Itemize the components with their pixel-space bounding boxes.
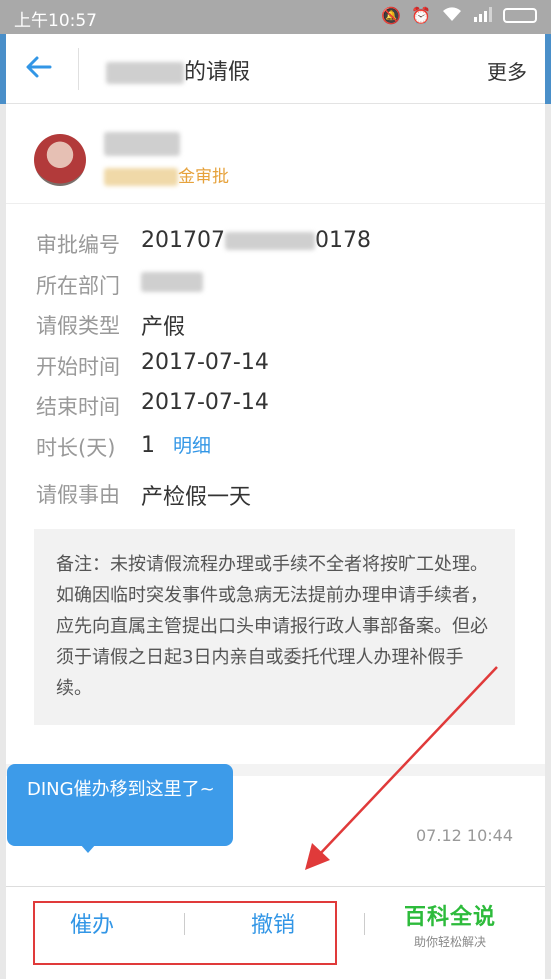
watermark-title: 百科全说 [404,905,497,930]
mute-icon: 🔕 [381,6,402,25]
details-link[interactable]: 明细 [173,435,211,457]
redacted-department [141,271,203,292]
approval-status-suffix: 金审批 [178,167,229,187]
highlight-box [33,901,337,965]
action-divider [364,913,365,935]
field-label: 时长(天) [36,435,116,460]
field-label: 请假类型 [36,314,120,338]
field-label: 开始时间 [36,354,120,379]
field-label: 所在部门 [36,273,120,298]
leave-policy-note: 备注：未按请假流程办理或手续不全者将按旷工处理。如确因临时突发事件或急病无法提前… [34,529,515,725]
approval-number-tail: 0178 [314,228,371,253]
status-icons: 🔕 ⏰ [381,6,537,26]
status-time: 上午10:57 [14,11,97,31]
status-bar: 上午10:57 🔕 ⏰ [0,0,551,34]
field-value: 产假 [141,315,186,340]
watermark-subtitle: 助你轻松解决 [414,935,487,949]
redacted-applicant-name [104,132,180,156]
field-value: 产检假一天 [141,485,252,510]
field-end-time: 结束时间 2017-07-14 [34,386,524,427]
duration-value: 1 [141,432,155,458]
field-start-time: 开始时间 2017-07-14 [34,346,524,387]
field-label: 审批编号 [36,233,120,257]
bottom-action-bar: 催办 撤销 百科全说 助你轻松解决 [6,886,545,979]
field-value: 2017-07-14 [141,349,269,375]
ding-tooltip[interactable]: DING催办移到这里了~ [7,764,233,846]
redacted-approver [104,168,178,186]
battery-icon [503,8,537,23]
field-value: 201707 0178 [141,228,371,253]
navbar: 的请假 更多 [6,34,545,104]
field-label: 结束时间 [36,395,120,419]
applicant-profile: 金审批 [6,104,545,204]
tooltip-tail [80,844,96,853]
detail-fields: 审批编号 201707 0178 所在部门 请假类型 产假 开始时间 2017-0… [34,224,524,515]
redacted-name [106,62,184,84]
field-value: 1 明细 [141,431,211,458]
nav-divider [78,48,79,90]
flow-timestamp: 07.12 10:44 [416,826,513,845]
field-leave-reason: 请假事由 产检假一天 [34,467,524,515]
arrow-left-icon[interactable] [24,52,56,84]
field-department: 所在部门 [34,265,524,306]
field-value: 2017-07-14 [141,390,269,415]
avatar[interactable] [34,134,86,186]
field-value [141,269,203,294]
alarm-icon: ⏰ [411,6,431,25]
field-approval-number: 审批编号 201707 0178 [34,224,524,265]
approval-number-head: 201707 [141,228,225,253]
watermark-logo: 百科全说 助你轻松解决 [404,899,496,950]
approval-status: 金审批 [104,162,229,187]
more-button[interactable]: 更多 [487,56,527,85]
page-title-suffix: 的请假 [184,60,251,85]
signal-icon [473,6,493,26]
redacted-approval-number [224,232,315,250]
field-label: 请假事由 [36,483,120,507]
wifi-icon [441,6,463,26]
field-leave-type: 请假类型 产假 [34,305,524,346]
page-title: 的请假 [106,54,250,86]
field-duration: 时长(天) 1 明细 [34,427,524,468]
applicant-name [104,132,180,156]
